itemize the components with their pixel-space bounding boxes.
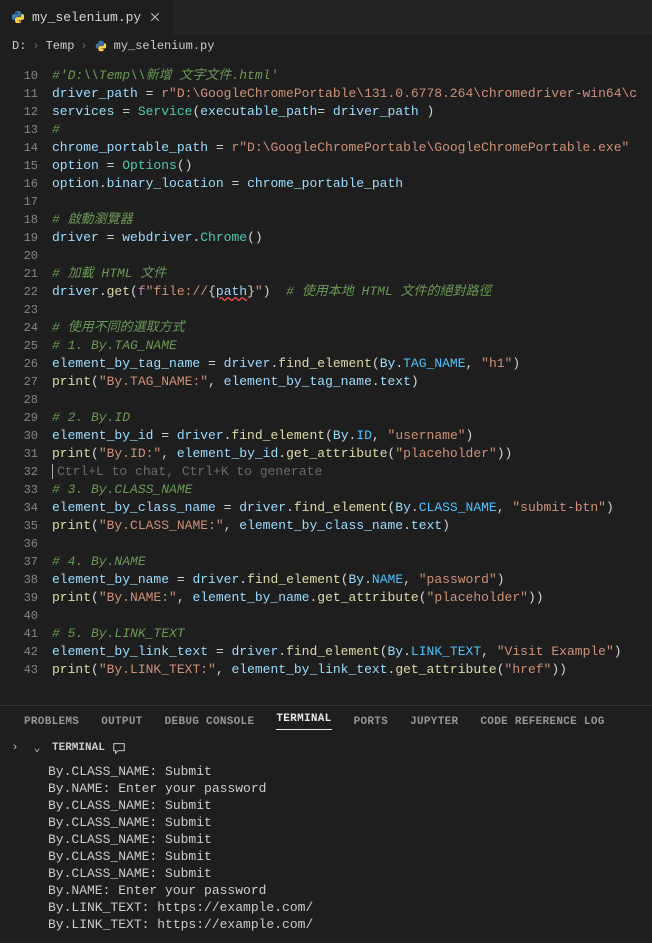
panel-tab-ports[interactable]: PORTS [354,716,389,728]
line-number: 10 [10,67,38,85]
line-number: 21 [10,265,38,283]
line-number: 37 [10,553,38,571]
line-number: 26 [10,355,38,373]
code-line[interactable]: chrome_portable_path = r"D:\GoogleChrome… [52,139,652,157]
comment-icon[interactable] [111,740,127,756]
code-line[interactable]: option = Options() [52,157,652,175]
code-line[interactable]: element_by_id = driver.find_element(By.I… [52,427,652,445]
tab-label: my_selenium.py [32,10,141,25]
line-number: 39 [10,589,38,607]
panel-tab-debug[interactable]: DEBUG CONSOLE [165,716,255,728]
line-number: 22 [10,283,38,301]
code-line[interactable]: # 1. By.TAG_NAME [52,337,652,355]
line-number: 36 [10,535,38,553]
line-number: 29 [10,409,38,427]
line-number: 23 [10,301,38,319]
editor-tab[interactable]: my_selenium.py [0,0,174,34]
line-number: 34 [10,499,38,517]
code-line[interactable]: element_by_name = driver.find_element(By… [52,571,652,589]
line-number-gutter: 1011121314151617181920212223242526272829… [10,57,52,705]
line-number: 33 [10,481,38,499]
code-line[interactable]: print("By.TAG_NAME:", element_by_tag_nam… [52,373,652,391]
line-number: 12 [10,103,38,121]
line-number: 38 [10,571,38,589]
line-number: 15 [10,157,38,175]
code-line[interactable]: option.binary_location = chrome_portable… [52,175,652,193]
terminal-title: TERMINAL [52,742,105,754]
code-line[interactable] [52,607,652,625]
code-line[interactable]: #'D:\\Temp\\新增 文字文件.html' [52,67,652,85]
line-number: 27 [10,373,38,391]
line-number: 40 [10,607,38,625]
line-number: 28 [10,391,38,409]
line-number: 19 [10,229,38,247]
line-number: 16 [10,175,38,193]
panel-tab-terminal[interactable]: TERMINAL [276,713,331,730]
line-number: 32 [10,463,38,481]
breadcrumb[interactable]: D: › Temp › my_selenium.py [0,35,652,57]
code-line[interactable]: driver.get(f"file://{path}") # 使用本地 HTML… [52,283,652,301]
line-number: 25 [10,337,38,355]
code-line[interactable]: # 啟動瀏覽器 [52,211,652,229]
line-number: 17 [10,193,38,211]
code-line[interactable] [52,193,652,211]
terminal-output[interactable]: By.CLASS_NAME: Submit By.NAME: Enter you… [0,759,652,943]
code-line[interactable] [52,301,652,319]
line-number: 31 [10,445,38,463]
chevron-right-icon: › [32,39,39,53]
code-line[interactable]: # 2. By.ID [52,409,652,427]
line-number: 11 [10,85,38,103]
code-line[interactable]: # 4. By.NAME [52,553,652,571]
line-number: 41 [10,625,38,643]
line-number: 14 [10,139,38,157]
panel-tab-output[interactable]: OUTPUT [101,716,142,728]
panel-tabbar: PROBLEMS OUTPUT DEBUG CONSOLE TERMINAL P… [0,705,652,737]
code-line[interactable]: print("By.LINK_TEXT:", element_by_link_t… [52,661,652,679]
code-line[interactable]: print("By.NAME:", element_by_name.get_at… [52,589,652,607]
code-line[interactable] [52,535,652,553]
code-line[interactable]: print("By.ID:", element_by_id.get_attrib… [52,445,652,463]
code-line[interactable]: services = Service(executable_path= driv… [52,103,652,121]
panel-tab-reflog[interactable]: CODE REFERENCE LOG [480,716,604,728]
chevron-down-icon[interactable]: ⌄ [30,741,44,755]
line-number: 20 [10,247,38,265]
terminal-panel: › ⌄ TERMINAL By.CLASS_NAME: Submit By.NA… [0,737,652,943]
line-number: 42 [10,643,38,661]
close-icon[interactable] [147,9,163,25]
python-icon [94,39,108,53]
code-line[interactable]: element_by_link_text = driver.find_eleme… [52,643,652,661]
code-line[interactable]: # 3. By.CLASS_NAME [52,481,652,499]
chevron-right-icon: › [80,39,87,53]
line-number: 24 [10,319,38,337]
code-line[interactable]: # 使用不同的選取方式 [52,319,652,337]
code-line[interactable]: # 加載 HTML 文件 [52,265,652,283]
line-number: 35 [10,517,38,535]
code-area[interactable]: #'D:\\Temp\\新增 文字文件.html'driver_path = r… [52,57,652,705]
code-line[interactable]: element_by_class_name = driver.find_elem… [52,499,652,517]
code-line[interactable]: driver_path = r"D:\GoogleChromePortable\… [52,85,652,103]
code-line[interactable]: driver = webdriver.Chrome() [52,229,652,247]
terminal-header[interactable]: › ⌄ TERMINAL [0,737,652,759]
code-line[interactable]: # [52,121,652,139]
panel-tab-jupyter[interactable]: JUPYTER [410,716,458,728]
code-line[interactable]: print("By.CLASS_NAME:", element_by_class… [52,517,652,535]
editor-tabbar: my_selenium.py [0,0,652,35]
line-number: 43 [10,661,38,679]
panel-tab-problems[interactable]: PROBLEMS [24,716,79,728]
code-line[interactable] [52,391,652,409]
code-editor[interactable]: 1011121314151617181920212223242526272829… [0,57,652,705]
gutter-strip [0,57,10,705]
line-number: 30 [10,427,38,445]
python-icon [10,9,26,25]
code-line[interactable] [52,247,652,265]
breadcrumb-seg[interactable]: my_selenium.py [114,39,215,53]
code-line[interactable]: element_by_tag_name = driver.find_elemen… [52,355,652,373]
code-line[interactable]: # 5. By.LINK_TEXT [52,625,652,643]
chevron-right-icon[interactable]: › [8,742,22,754]
line-number: 18 [10,211,38,229]
code-line[interactable]: Ctrl+L to chat, Ctrl+K to generate [52,463,652,481]
breadcrumb-seg[interactable]: Temp [46,39,75,53]
breadcrumb-seg[interactable]: D: [12,39,26,53]
line-number: 13 [10,121,38,139]
